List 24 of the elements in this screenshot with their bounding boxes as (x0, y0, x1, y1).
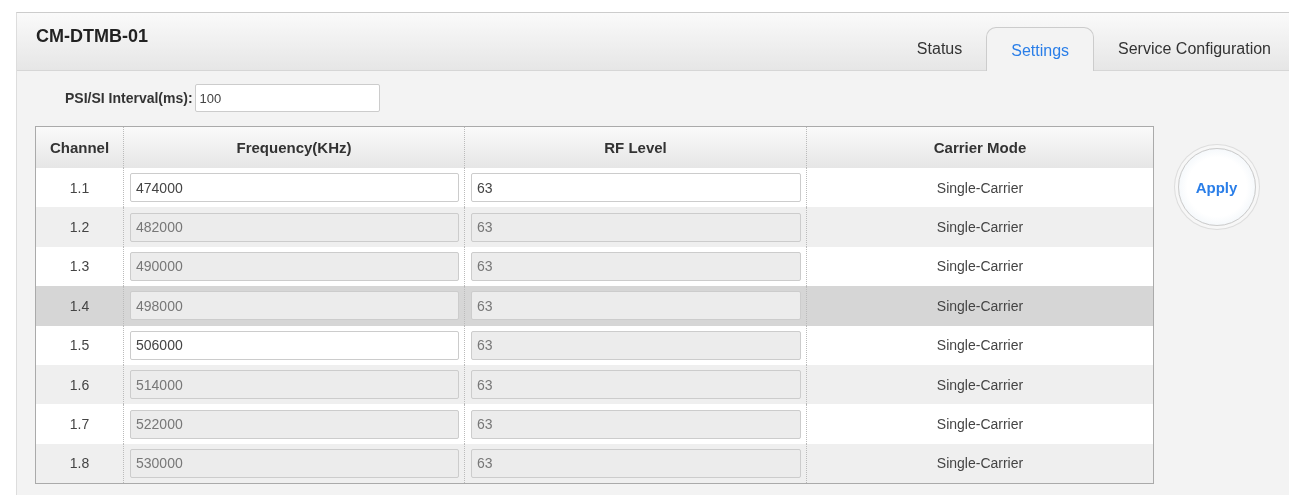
carrier-mode-cell-text: Single-Carrier (935, 454, 1025, 474)
rf-level-input[interactable]: 63 (471, 173, 801, 203)
interval-label: PSI/SI Interval(ms): (65, 90, 193, 106)
channel-cell: 1.8 (36, 443, 124, 484)
frequency-input[interactable]: 474000 (130, 173, 459, 203)
carrier-mode-cell-text: Single-Carrier (935, 218, 1025, 238)
interval-input[interactable]: 100 (194, 84, 380, 112)
apply-button[interactable]: Apply (1177, 148, 1256, 226)
carrier-mode-cell-text: Single-Carrier (935, 178, 1025, 198)
carrier-mode-cell-text: Single-Carrier (935, 375, 1025, 395)
tab[interactable]: Status (898, 28, 981, 70)
carrier-mode-cell-text: Single-Carrier (935, 257, 1025, 277)
tab[interactable]: Settings (986, 27, 1095, 71)
channel-cell: 1.5 (36, 325, 124, 365)
channel-cell: 1.4 (36, 286, 124, 326)
device-title: CM-DTMB-01 (36, 26, 148, 47)
column-header: Carrier Mode (932, 138, 1028, 158)
carrier-mode-cell-text: Single-Carrier (935, 296, 1025, 316)
carrier-mode-cell-text: Single-Carrier (935, 336, 1025, 356)
carrier-mode-cell-text: Single-Carrier (935, 415, 1025, 435)
channel-cell: 1.2 (36, 207, 124, 247)
frequency-input[interactable]: 506000 (130, 330, 459, 360)
tab[interactable]: Service Configuration (1100, 28, 1289, 70)
channel-cell: 1.7 (36, 404, 124, 444)
